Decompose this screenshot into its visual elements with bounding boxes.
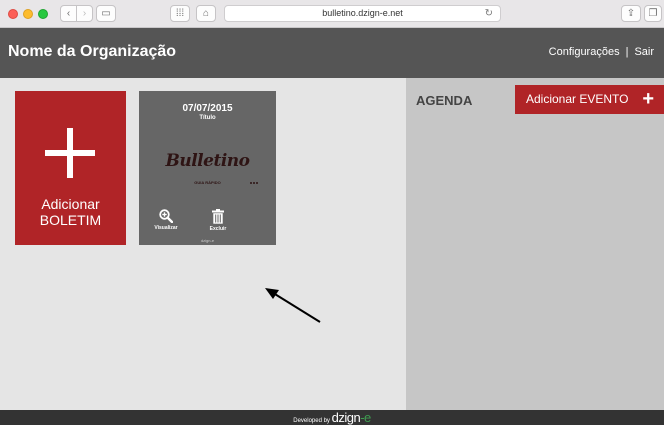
home-button[interactable]: ⌂ [196, 5, 216, 22]
link-separator: | [625, 46, 629, 58]
tabs-icon: ❐ [648, 8, 658, 19]
plus-icon [45, 128, 95, 178]
add-bulletin-button[interactable]: Adicionar BOLETIM [15, 91, 126, 245]
logo-dots [247, 171, 259, 184]
add-event-label: Adicionar EVENTO [526, 92, 629, 106]
sidebar-toggle-button[interactable]: ▭ [96, 5, 116, 22]
developed-by-label: Developed by [293, 418, 330, 424]
logout-link[interactable]: Sair [634, 46, 654, 58]
minimize-window-button[interactable] [23, 9, 33, 19]
bulletin-card[interactable]: 07/07/2015 Título Bulletino GUIA RÁPIDO … [139, 91, 276, 245]
address-bar[interactable]: bulletino.dzign-e.net ↻ [224, 5, 501, 22]
maximize-window-button[interactable] [38, 9, 48, 19]
card-brand: dzign-e [200, 238, 215, 243]
add-bulletin-label: Adicionar BOLETIM [39, 196, 102, 228]
agenda-panel: AGENDA Adicionar EVENTO + [406, 78, 664, 410]
forward-button[interactable]: › [76, 5, 93, 22]
delete-label: Excluir [209, 226, 227, 232]
agenda-title: AGENDA [416, 93, 473, 108]
back-button[interactable]: ‹ [60, 5, 77, 22]
bulletin-guide-text: GUIA RÁPIDO [194, 180, 221, 185]
bulletins-panel: Adicionar BOLETIM 07/07/2015 Título Bull… [0, 78, 406, 410]
close-window-button[interactable] [8, 9, 18, 19]
bulletino-logo: Bulletino [165, 151, 250, 171]
chevron-right-icon: › [82, 8, 87, 19]
zoom-in-icon [159, 209, 173, 223]
footer-brand[interactable]: dzign-e [332, 410, 372, 425]
header-links: Configurações | Sair [549, 46, 654, 58]
delete-bulletin-button[interactable]: Excluir [203, 209, 233, 232]
view-bulletin-button[interactable]: Visualizar [151, 209, 181, 231]
app-header: Nome da Organização Configurações | Sair [0, 28, 664, 78]
share-icon: ⇪ [626, 8, 636, 19]
trash-icon [212, 209, 224, 224]
chevron-left-icon: ‹ [66, 8, 71, 19]
add-event-button[interactable]: Adicionar EVENTO + [515, 85, 664, 114]
sidebar-icon: ▭ [101, 8, 111, 19]
view-label: Visualizar [154, 225, 178, 231]
footer: Developed by dzign-e [0, 410, 664, 425]
top-sites-button[interactable]: ⁞⁞⁞ [170, 5, 190, 22]
share-button[interactable]: ⇪ [621, 5, 641, 22]
grid-icon: ⁞⁞⁞ [175, 8, 185, 19]
tabs-button[interactable]: ❐ [644, 5, 662, 22]
url-text: bulletino.dzign-e.net [322, 8, 403, 18]
bulletin-title: Título [199, 115, 216, 121]
browser-toolbar: ‹ › ▭ ⁞⁞⁞ ⌂ bulletino.dzign-e.net ↻ ⇪ ❐ [0, 0, 664, 28]
home-icon: ⌂ [202, 8, 210, 19]
pointer-arrow-icon [265, 288, 321, 323]
settings-link[interactable]: Configurações [549, 46, 620, 58]
reload-icon[interactable]: ↻ [485, 6, 493, 21]
plus-icon: + [642, 88, 654, 110]
bulletin-date: 07/07/2015 [182, 103, 233, 114]
organization-name: Nome da Organização [8, 43, 177, 60]
